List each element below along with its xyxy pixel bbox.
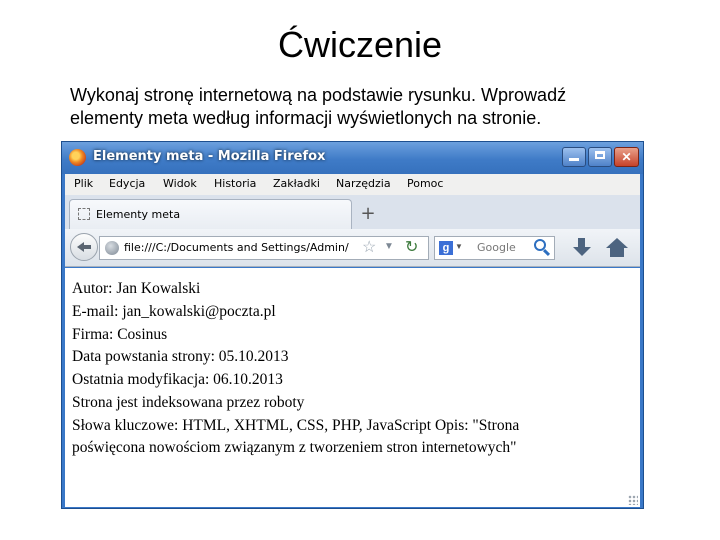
- content-autor: Autor: Jan Kowalski: [72, 280, 201, 297]
- tab-elementy-meta[interactable]: Elementy meta: [69, 199, 352, 229]
- window-title: Elementy meta - Mozilla Firefox: [93, 149, 326, 164]
- search-placeholder[interactable]: Google: [477, 241, 516, 254]
- download-icon[interactable]: [572, 238, 592, 258]
- dropdown-icon[interactable]: ▼: [384, 241, 394, 252]
- description-line-1: Wykonaj stronę internetową na podstawie …: [70, 85, 567, 105]
- firefox-logo-icon: [69, 149, 86, 166]
- url-text[interactable]: file:///C:/Documents and Settings/Admin/…: [124, 241, 349, 254]
- url-bar[interactable]: file:///C:/Documents and Settings/Admin/…: [99, 236, 429, 260]
- menu-zakladki[interactable]: Zakładki: [273, 177, 320, 190]
- content-ostatnia-modyfikacja: Ostatnia modyfikacja: 06.10.2013: [72, 371, 283, 388]
- content-email: E-mail: jan_kowalski@poczta.pl: [72, 303, 276, 320]
- menu-bar: Plik Edycja Widok Historia Zakładki Narz…: [65, 174, 640, 195]
- content-opis: poświęcona nowościom związanym z tworzen…: [72, 439, 517, 456]
- resize-grip-icon[interactable]: [628, 495, 638, 505]
- firefox-window: Elementy meta - Mozilla Firefox ✕ Plik E…: [61, 141, 644, 509]
- page-content: Autor: Jan Kowalski E-mail: jan_kowalski…: [65, 268, 640, 507]
- menu-narzedzia[interactable]: Narzędzia: [336, 177, 391, 190]
- star-icon[interactable]: ☆: [362, 239, 376, 257]
- tab-strip: Elementy meta +: [65, 195, 640, 229]
- content-firma: Firma: Cosinus: [72, 326, 168, 343]
- content-data-powstania: Data powstania strony: 05.10.2013: [72, 348, 289, 365]
- new-tab-button[interactable]: +: [355, 201, 381, 227]
- reload-icon[interactable]: ↻: [405, 238, 418, 258]
- minimize-icon: [569, 158, 579, 161]
- page-icon: [78, 208, 90, 220]
- tab-label: Elementy meta: [96, 208, 181, 221]
- close-icon: ✕: [621, 150, 632, 164]
- window-titlebar[interactable]: Elementy meta - Mozilla Firefox ✕: [62, 142, 643, 174]
- menu-historia[interactable]: Historia: [214, 177, 256, 190]
- google-icon[interactable]: g: [439, 241, 453, 255]
- menu-pomoc[interactable]: Pomoc: [407, 177, 443, 190]
- description-line-2: elementy meta według informacji wyświetl…: [70, 108, 542, 128]
- maximize-icon: [595, 151, 605, 159]
- menu-edycja[interactable]: Edycja: [109, 177, 145, 190]
- menu-widok[interactable]: Widok: [163, 177, 197, 190]
- close-button[interactable]: ✕: [614, 147, 639, 167]
- maximize-button[interactable]: [588, 147, 612, 167]
- slide-description: Wykonaj stronę internetową na podstawie …: [70, 84, 670, 130]
- slide-title: Ćwiczenie: [277, 24, 443, 65]
- navigation-bar: file:///C:/Documents and Settings/Admin/…: [65, 229, 640, 267]
- content-indeksowanie: Strona jest indeksowana przez roboty: [72, 394, 305, 411]
- search-engine-dropdown-icon[interactable]: ▼: [455, 242, 463, 251]
- content-slowa-kluczowe: Słowa kluczowe: HTML, XHTML, CSS, PHP, J…: [72, 417, 520, 434]
- menu-plik[interactable]: Plik: [74, 177, 93, 190]
- home-icon[interactable]: [606, 238, 628, 258]
- globe-icon: [105, 241, 119, 255]
- back-button[interactable]: [70, 233, 98, 261]
- minimize-button[interactable]: [562, 147, 586, 167]
- search-bar[interactable]: g ▼ Google: [434, 236, 555, 260]
